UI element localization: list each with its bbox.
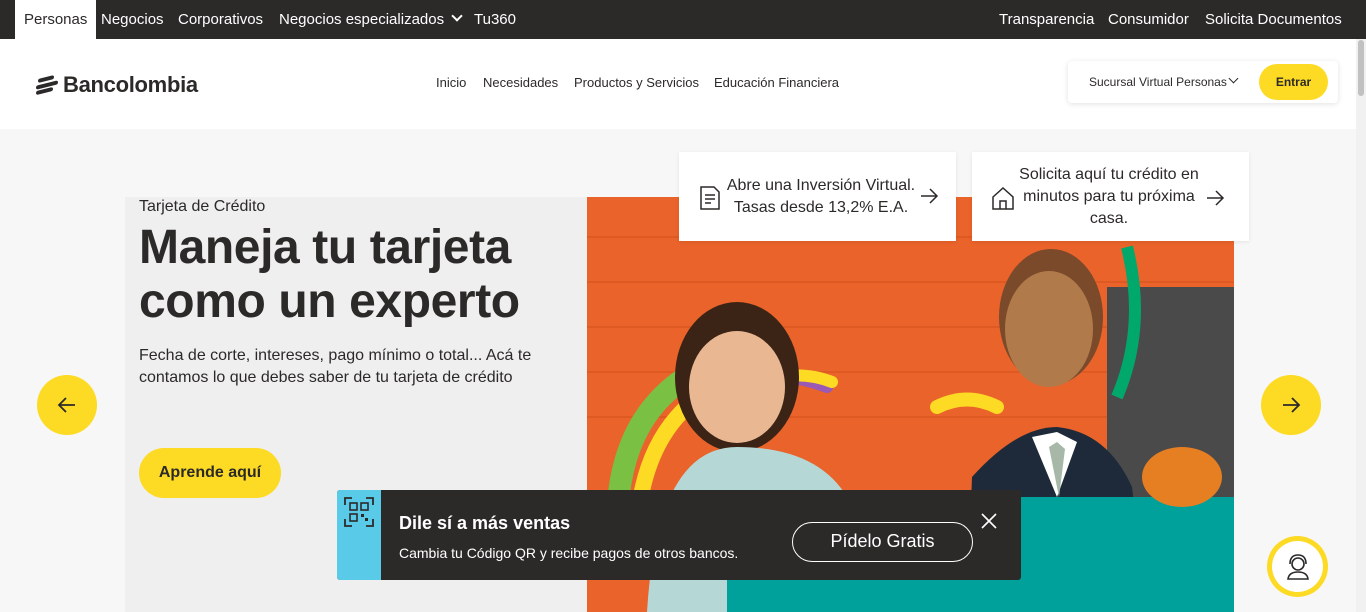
support-agent-icon [1287, 554, 1309, 580]
banner-title: Dile sí a más ventas [399, 513, 571, 533]
segment-tab-corporativos[interactable]: Corporativos [178, 0, 263, 39]
segment-tab-tu360[interactable]: Tu360 [474, 0, 516, 39]
sucursal-virtual-box: Sucursal Virtual Personas Entrar [1068, 61, 1338, 103]
card-inversion-virtual[interactable]: Abre una Inversión Virtual. Tasas desde … [679, 152, 956, 241]
chevron-down-icon[interactable] [1228, 73, 1239, 84]
segment-tab-negocios[interactable]: Negocios [101, 0, 164, 39]
link-transparencia[interactable]: Transparencia [999, 0, 1094, 39]
banner-subtitle: Cambia tu Código QR y recibe pagos de ot… [399, 545, 739, 561]
bancolombia-logo[interactable]: Bancolombia [36, 70, 198, 100]
bancolombia-logo-icon [36, 75, 60, 96]
qr-promo-banner: Dile sí a más ventas Cambia tu Código QR… [337, 490, 1021, 580]
hero-eyebrow: Tarjeta de Crédito [139, 198, 266, 215]
arrow-right-icon [1283, 397, 1301, 413]
page-scrollbar[interactable] [1356, 39, 1366, 612]
banner-icon-strip [337, 490, 381, 580]
document-icon [700, 186, 720, 210]
house-icon [992, 186, 1014, 210]
qr-code-icon [344, 497, 374, 527]
sucursal-virtual-dropdown[interactable]: Sucursal Virtual Personas [1089, 75, 1227, 89]
nav-inicio[interactable]: Inicio [436, 75, 466, 90]
page-scrollbar-thumb[interactable] [1358, 40, 1364, 96]
main-header: Bancolombia Inicio Necesidades Productos… [0, 39, 1366, 129]
close-icon[interactable] [980, 512, 998, 530]
chevron-down-icon [451, 10, 463, 22]
nav-productos-y-servicios[interactable]: Productos y Servicios [574, 75, 699, 90]
arrow-left-icon [57, 397, 75, 413]
nav-educacion-financiera[interactable]: Educación Financiera [714, 75, 839, 90]
hero-description: Fecha de corte, intereses, pago mínimo o… [139, 347, 532, 386]
link-solicita-documentos[interactable]: Solicita Documentos [1205, 0, 1342, 39]
segment-bar: Personas Negocios Corporativos Negocios … [0, 0, 1366, 39]
aprende-aqui-button[interactable]: Aprende aquí [139, 448, 281, 498]
entrar-button[interactable]: Entrar [1259, 64, 1328, 100]
card-credito-vivienda[interactable]: Solicita aquí tu crédito en minutos para… [972, 152, 1249, 241]
pidelo-gratis-button[interactable]: Pídelo Gratis [792, 522, 973, 562]
help-chat-button[interactable] [1267, 536, 1328, 597]
segment-tab-negocios-especializados[interactable]: Negocios especializados [279, 0, 463, 39]
hero-title: Maneja tu tarjeta como un experto [139, 221, 520, 328]
nav-necesidades[interactable]: Necesidades [483, 75, 558, 90]
link-consumidor[interactable]: Consumidor [1108, 0, 1189, 39]
segment-tab-personas[interactable]: Personas [15, 0, 97, 39]
carousel-prev-button[interactable] [37, 375, 97, 435]
arrow-right-icon [921, 188, 939, 204]
carousel-next-button[interactable] [1261, 375, 1321, 435]
arrow-right-icon [1207, 190, 1225, 206]
